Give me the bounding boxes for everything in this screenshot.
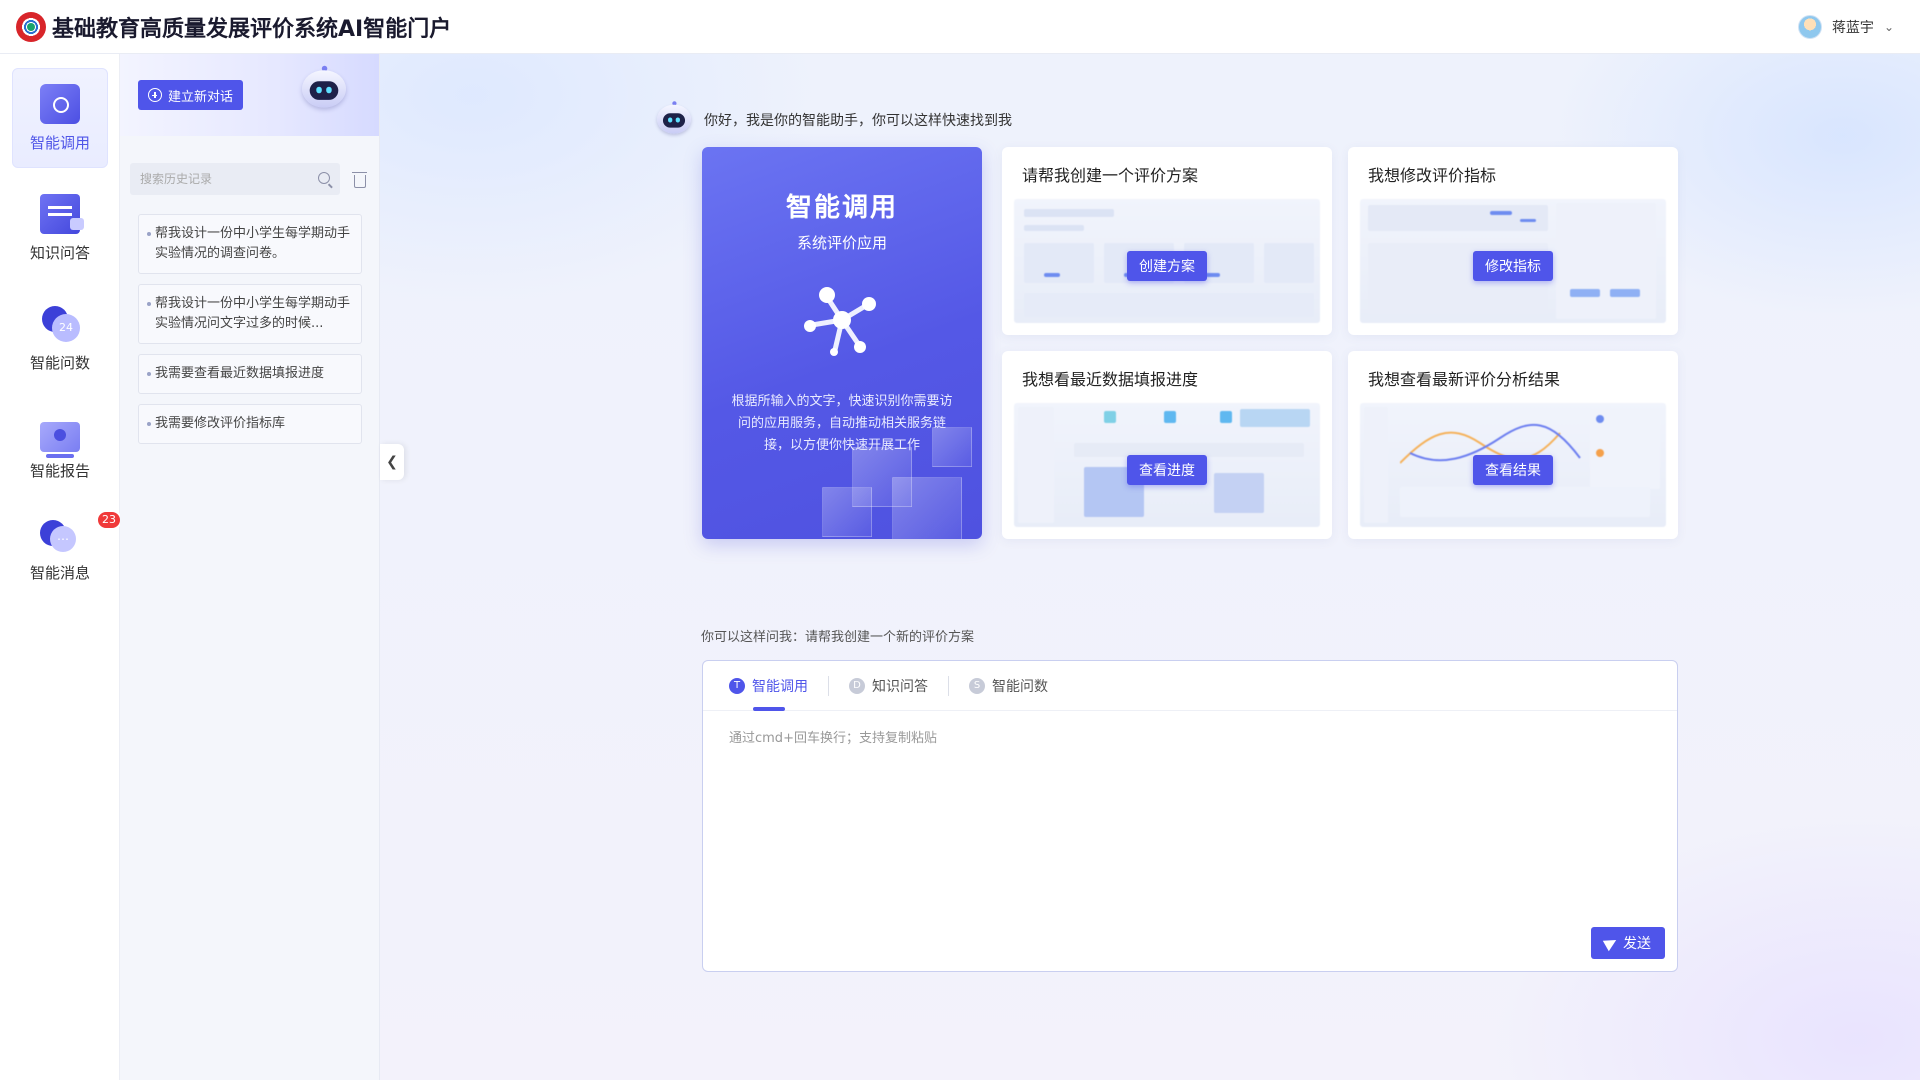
rail-item-smart-report[interactable]: 智能报告 — [12, 398, 108, 498]
user-menu[interactable]: 蒋蓝宇 ⌄ — [1797, 0, 1894, 54]
chevron-down-icon[interactable]: ⌄ — [1884, 20, 1894, 34]
suggestion-text: 你可以这样问我：请帮我创建一个新的评价方案 — [701, 630, 975, 645]
tab-label: 智能问数 — [992, 678, 1048, 695]
modify-indicator-card[interactable]: 我想修改评价指标 修改指标 — [1348, 147, 1678, 335]
tab-smart-data[interactable]: S 智能问数 — [969, 661, 1068, 711]
logo-icon — [16, 11, 46, 42]
send-button[interactable]: 发送 — [1591, 927, 1665, 959]
history-search-row — [130, 162, 370, 196]
new-chat-label: 建立新对话 — [168, 89, 234, 105]
smart-report-icon — [40, 421, 80, 458]
tab-label: 知识问答 — [872, 678, 928, 695]
tab-knowledge-qa[interactable]: D 知识问答 — [849, 661, 948, 711]
smart-call-icon — [40, 83, 80, 124]
collapse-panel-button[interactable]: ❮ — [380, 444, 404, 480]
history-search-input[interactable] — [140, 172, 300, 186]
greeting-text: 你好，我是你的智能助手，你可以这样快速找到我 — [704, 113, 1012, 129]
tab-smart-call[interactable]: T 智能调用 — [729, 661, 828, 711]
create-plan-button[interactable]: 创建方案 — [1127, 251, 1207, 281]
message-input[interactable] — [729, 727, 1649, 907]
smart-message-icon: ⋯ 23 — [40, 509, 122, 554]
smart-call-hero-card[interactable]: 智能调用 系统评价应用 根据所输入的文字，快速识别你需要访问的应用服务，自动推动… — [702, 147, 982, 539]
rail-item-smart-message[interactable]: ⋯ 23 智能消息 — [12, 498, 122, 598]
robot-avatar-icon — [655, 101, 692, 138]
history-header: 建立新对话 — [120, 54, 379, 136]
history-item[interactable]: 我需要修改评价指标库 — [138, 404, 362, 444]
history-search — [130, 163, 340, 195]
tab-label: 智能调用 — [752, 678, 808, 695]
chevron-left-icon: ❮ — [386, 454, 398, 470]
knowledge-qa-icon — [40, 193, 84, 234]
tab-divider — [828, 675, 829, 696]
view-progress-button[interactable]: 查看进度 — [1127, 455, 1207, 485]
history-item[interactable]: 帮我设计一份中小学生每学期动手实验情况问文字过多的时候... — [138, 284, 362, 344]
tab-divider — [948, 675, 949, 696]
history-panel: 建立新对话 帮我设计一份中小学生每学期动手实验情况的调查问卷。 帮我设计一份中小… — [120, 54, 380, 1080]
card-title: 请帮我创建一个评价方案 — [1022, 166, 1199, 185]
rail-label: 知识问答 — [29, 243, 90, 262]
network-nodes-icon — [804, 287, 876, 356]
smart-data-icon-text: 24 — [52, 313, 80, 342]
user-name[interactable]: 蒋蓝宇 — [1832, 17, 1874, 37]
chat-composer: T 智能调用 D 知识问答 S 智能问数 发送 — [702, 660, 1678, 972]
view-result-button[interactable]: 查看结果 — [1473, 455, 1553, 485]
smart-data-icon: 24 — [40, 304, 80, 344]
hero-description: 根据所输入的文字，快速识别你需要访问的应用服务，自动推动相关服务链接，以方便你快… — [731, 394, 953, 453]
card-title: 我想修改评价指标 — [1368, 166, 1497, 185]
plus-circle-icon — [148, 88, 162, 102]
send-label: 发送 — [1623, 936, 1651, 952]
rail-item-smart-call[interactable]: 智能调用 — [12, 68, 108, 168]
create-plan-card[interactable]: 请帮我创建一个评价方案 创建方案 — [1002, 147, 1332, 335]
card-title: 我想看最近数据填报进度 — [1022, 370, 1199, 389]
assistant-greeting: 你好，我是你的智能助手，你可以这样快速找到我 — [652, 98, 1012, 142]
send-icon — [1602, 934, 1620, 952]
trash-icon[interactable] — [352, 171, 367, 188]
app-title: 基础教育高质量发展评价系统AI智能门户 — [52, 16, 452, 42]
avatar[interactable] — [1797, 15, 1822, 39]
hero-title: 智能调用 — [785, 193, 898, 223]
tab-icon-letter: D — [849, 677, 865, 694]
hero-subtitle: 系统评价应用 — [796, 234, 887, 252]
history-item[interactable]: 我需要查看最近数据填报进度 — [138, 354, 362, 394]
robot-mascot-icon — [300, 65, 348, 114]
card-title: 我想查看最新评价分析结果 — [1368, 370, 1561, 389]
new-chat-button[interactable]: 建立新对话 — [138, 80, 244, 110]
analysis-result-card[interactable]: 我想查看最新评价分析结果 查看结果 — [1348, 351, 1678, 539]
main-content: 你好，我是你的智能助手，你可以这样快速找到我 智能调用 系统评价应用 根据所输入… — [380, 54, 1920, 1080]
tab-icon-letter: T — [729, 677, 745, 694]
mode-tabs: T 智能调用 D 知识问答 S 智能问数 — [703, 661, 1677, 711]
modify-indicator-button[interactable]: 修改指标 — [1473, 251, 1553, 281]
progress-card[interactable]: 我想看最近数据填报进度 查看进度 — [1002, 351, 1332, 539]
rail-label: 智能报告 — [29, 461, 90, 480]
rail-label: 智能问数 — [29, 353, 90, 372]
rail-item-smart-data[interactable]: 24 智能问数 — [12, 288, 108, 388]
tab-icon-letter: S — [969, 677, 985, 694]
unread-badge: 23 — [96, 509, 122, 530]
top-header: 基础教育高质量发展评价系统AI智能门户 蒋蓝宇 ⌄ — [0, 0, 1920, 54]
rail-label: 智能消息 — [29, 563, 90, 582]
search-icon[interactable] — [318, 172, 330, 184]
rail-label: 智能调用 — [29, 133, 90, 152]
nav-rail: 智能调用 知识问答 24 智能问数 智能报告 ⋯ 23 智能消息 — [0, 54, 122, 1080]
history-item[interactable]: 帮我设计一份中小学生每学期动手实验情况的调查问卷。 — [138, 214, 362, 274]
rail-item-knowledge-qa[interactable]: 知识问答 — [12, 178, 108, 278]
